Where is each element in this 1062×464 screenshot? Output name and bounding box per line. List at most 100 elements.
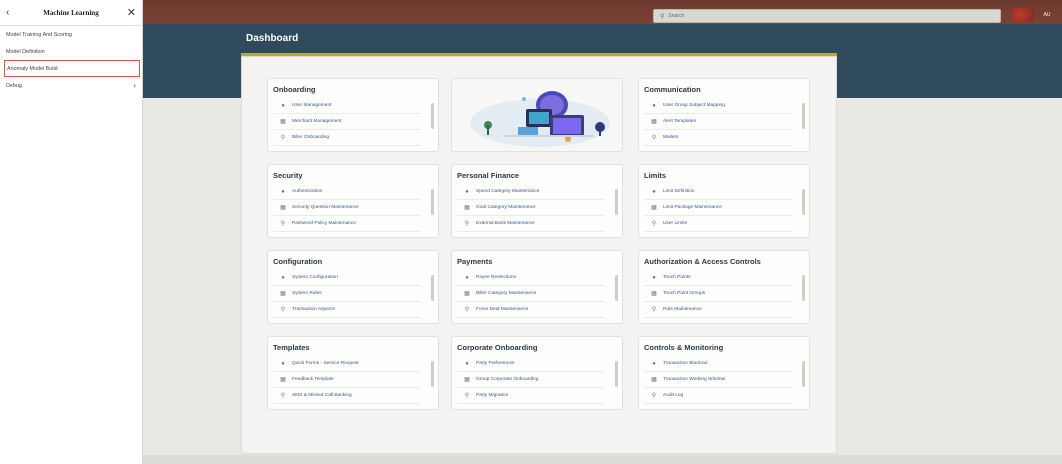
card-link[interactable]: ▦ Transaction Working Window — [644, 372, 792, 388]
side-menu-title: Machine Learning — [43, 8, 99, 17]
link-icon: ▦ — [280, 119, 286, 125]
card-link[interactable]: ▦ Feedback Template — [273, 372, 421, 388]
link-icon: ⚲ — [651, 221, 657, 227]
link-icon: ▦ — [280, 291, 286, 297]
link-icon: ⚲ — [464, 221, 470, 227]
side-menu-header: ‹ Machine Learning ✕ — [0, 0, 142, 26]
link-icon: ▦ — [464, 377, 470, 383]
card-link[interactable]: ● Limit Definition — [644, 184, 792, 200]
card-link-label: Biller Category Maintenance — [476, 291, 537, 296]
card-scrollbar[interactable] — [802, 275, 805, 301]
dashboard-card: Communication ● User Group Subject Mapping… — [638, 78, 810, 152]
card-link-label: External Bank Maintenance — [476, 221, 535, 226]
card-link-label: Merchant Management — [292, 119, 342, 124]
avatar[interactable]: AU — [1038, 8, 1056, 22]
card-title: Controls & Monitoring — [644, 343, 724, 352]
card-link[interactable]: ● Touch Points — [644, 270, 792, 286]
card-link-label: Party Preferences — [476, 361, 515, 366]
card-link[interactable]: ▦ Alert Templates — [644, 114, 792, 130]
back-icon[interactable]: ‹ — [6, 7, 18, 18]
menu-item-label: Anomaly Model Build — [7, 65, 58, 72]
card-link-label: Forex Deal Maintenance — [476, 307, 529, 312]
link-icon: ● — [652, 274, 656, 281]
card-link[interactable]: ⚲ Transaction Aspects — [273, 302, 421, 318]
card-link[interactable]: ▦ Biller Category Maintenance — [457, 286, 605, 302]
card-scrollbar[interactable] — [802, 103, 805, 129]
card-link[interactable]: ▦ System Rules — [273, 286, 421, 302]
card-link-label: Alert Templates — [663, 119, 696, 124]
card-link-label: Transaction Aspects — [292, 307, 336, 312]
card-link[interactable]: ● User Group Subject Mapping — [644, 98, 792, 114]
card-scrollbar[interactable] — [615, 361, 618, 387]
card-scrollbar[interactable] — [431, 189, 434, 215]
card-scrollbar[interactable] — [431, 103, 434, 129]
menu-item-model-training[interactable]: Model Training And Scoring — [0, 26, 142, 43]
card-link[interactable]: ⚲ Audit Log — [644, 388, 792, 404]
card-link[interactable]: ● Quick Forms - Service Request — [273, 356, 421, 372]
card-link[interactable]: ▦ Merchant Management — [273, 114, 421, 130]
card-link[interactable]: ⚲ Biller Onboarding — [273, 130, 421, 146]
card-link[interactable]: ⚲ Role Maintenance — [644, 302, 792, 318]
card-link[interactable]: ⚲ SMS & Missed Call Banking — [273, 388, 421, 404]
card-link[interactable]: ⚲ Forex Deal Maintenance — [457, 302, 605, 318]
card-link[interactable]: ● Spend Category Maintenance — [457, 184, 605, 200]
card-link[interactable]: ⚲ External Bank Maintenance — [457, 216, 605, 232]
illustration-image — [470, 91, 610, 147]
card-scrollbar[interactable] — [431, 361, 434, 387]
card-link[interactable]: ● Transaction Blackout — [644, 356, 792, 372]
side-menu-panel: ‹ Machine Learning ✕ Model Training And … — [0, 0, 143, 464]
link-icon: ● — [281, 188, 285, 195]
menu-item-label: Model Definition — [6, 48, 45, 55]
card-link-label: Party Migration — [476, 393, 509, 398]
card-link[interactable]: ⚲ User Limits — [644, 216, 792, 232]
card-link[interactable]: ● User Management — [273, 98, 421, 114]
card-link[interactable]: ⚲ Mailers — [644, 130, 792, 146]
card-link-label: User Limits — [663, 221, 687, 226]
card-link-label: Transaction Blackout — [663, 361, 708, 366]
accent-divider — [241, 53, 837, 56]
card-link-label: Quick Forms - Service Request — [292, 361, 359, 366]
card-link-label: Password Policy Maintenance — [292, 221, 356, 226]
search-icon: ⚲ — [660, 13, 665, 20]
card-link-label: Role Maintenance — [663, 307, 702, 312]
card-title: Security — [273, 171, 303, 180]
menu-item-model-definition[interactable]: Model Definition — [0, 43, 142, 60]
menu-item-anomaly-model-build[interactable]: Anomaly Model Build — [4, 60, 140, 77]
card-title: Personal Finance — [457, 171, 520, 180]
card-link[interactable]: ▦ Security Question Maintenance — [273, 200, 421, 216]
close-icon[interactable]: ✕ — [124, 6, 136, 19]
menu-item-debug[interactable]: Debug › — [0, 77, 142, 94]
link-icon: ⚲ — [651, 135, 657, 141]
card-scrollbar[interactable] — [802, 189, 805, 215]
link-icon: ▦ — [464, 205, 470, 211]
card-link[interactable]: ▦ Goal Category Maintenance — [457, 200, 605, 216]
flag-icon[interactable] — [1012, 8, 1034, 22]
card-link[interactable]: ▦ Touch Point Groups — [644, 286, 792, 302]
link-icon: ● — [281, 102, 285, 109]
card-link[interactable]: ● Payee Restrictions — [457, 270, 605, 286]
card-title: Authorization & Access Controls — [644, 257, 761, 266]
card-link[interactable]: ▦ Group Corporate Onboarding — [457, 372, 605, 388]
dashboard-card: Personal Finance ● Spend Category Maintena… — [451, 164, 623, 238]
card-link[interactable]: ● Authentication — [273, 184, 421, 200]
link-icon: ⚲ — [280, 393, 286, 399]
card-scrollbar[interactable] — [802, 361, 805, 387]
card-link-label: Feedback Template — [292, 377, 334, 382]
card-link[interactable]: ● Party Preferences — [457, 356, 605, 372]
card-link[interactable]: ● System Configuration — [273, 270, 421, 286]
card-link[interactable]: ⚲ Party Migration — [457, 388, 605, 404]
dashboard-card: Corporate Onboarding ● Party Preferences ▦ G… — [451, 336, 623, 410]
dashboard-card: Templates ● Quick Forms - Service Request ▦… — [267, 336, 439, 410]
link-icon: ⚲ — [651, 393, 657, 399]
link-icon: ⚲ — [464, 393, 470, 399]
card-scrollbar[interactable] — [615, 189, 618, 215]
link-icon: ● — [281, 360, 285, 367]
link-icon: ▦ — [280, 205, 286, 211]
card-scrollbar[interactable] — [615, 275, 618, 301]
search-input[interactable]: ⚲ Search — [653, 9, 1001, 23]
card-link[interactable]: ⚲ Password Policy Maintenance — [273, 216, 421, 232]
card-link-label: Authentication — [292, 189, 323, 194]
chevron-right-icon: › — [133, 81, 136, 90]
card-scrollbar[interactable] — [431, 275, 434, 301]
card-link[interactable]: ▦ Limit Package Maintenance — [644, 200, 792, 216]
